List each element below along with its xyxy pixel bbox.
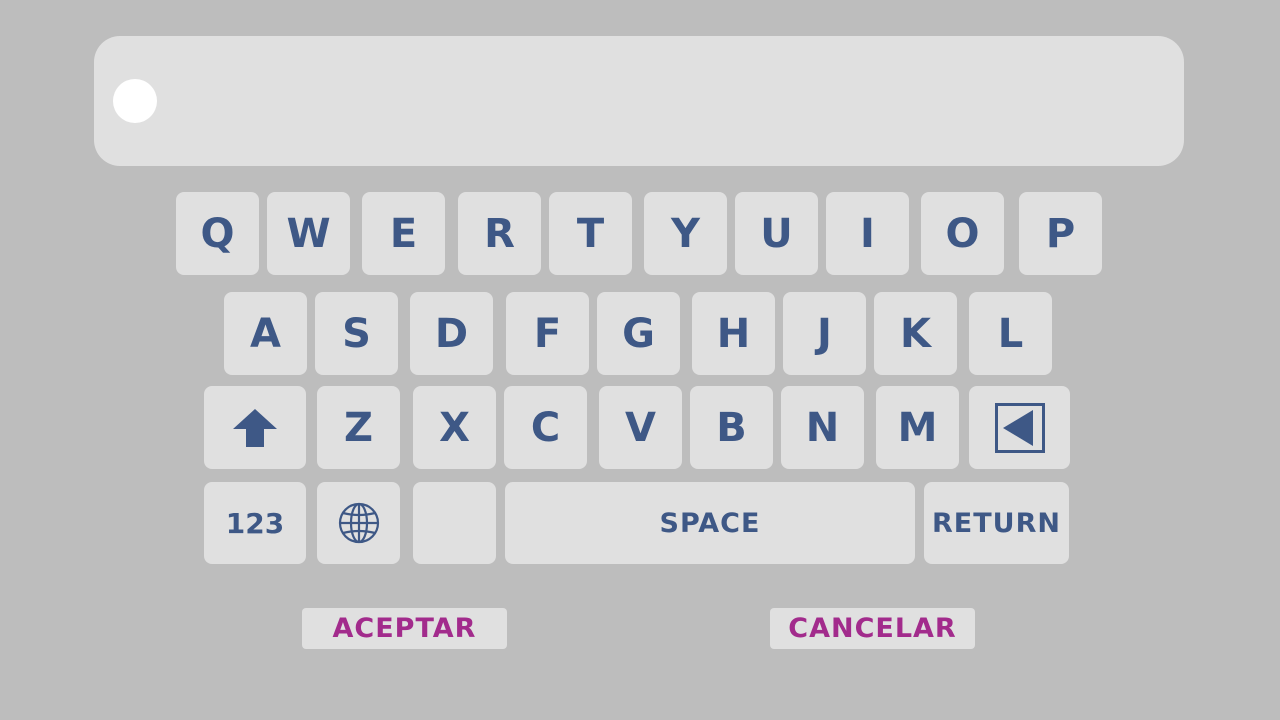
backspace-icon	[994, 402, 1045, 453]
key-c[interactable]: C	[504, 386, 587, 469]
text-input-field[interactable]	[94, 36, 1184, 166]
key-t[interactable]: T	[549, 192, 632, 275]
key-j[interactable]: J	[783, 292, 866, 375]
key-q[interactable]: Q	[176, 192, 259, 275]
key-f[interactable]: F	[506, 292, 589, 375]
globe-icon	[338, 502, 380, 544]
key-r[interactable]: R	[458, 192, 541, 275]
numbers-key[interactable]: 123	[204, 482, 306, 564]
cancel-button[interactable]: CANCELAR	[770, 608, 975, 649]
key-m[interactable]: M	[876, 386, 959, 469]
return-key[interactable]: RETURN	[924, 482, 1069, 564]
key-n[interactable]: N	[781, 386, 864, 469]
key-v[interactable]: V	[599, 386, 682, 469]
key-k[interactable]: K	[874, 292, 957, 375]
cursor-indicator	[113, 79, 157, 123]
key-l[interactable]: L	[969, 292, 1052, 375]
key-w[interactable]: W	[267, 192, 350, 275]
key-b[interactable]: B	[690, 386, 773, 469]
key-u[interactable]: U	[735, 192, 818, 275]
key-p[interactable]: P	[1019, 192, 1102, 275]
key-i[interactable]: I	[826, 192, 909, 275]
backspace-key[interactable]	[969, 386, 1070, 469]
shift-key[interactable]	[204, 386, 306, 469]
key-o[interactable]: O	[921, 192, 1004, 275]
key-s[interactable]: S	[315, 292, 398, 375]
key-g[interactable]: G	[597, 292, 680, 375]
language-key[interactable]	[317, 482, 400, 564]
key-x[interactable]: X	[413, 386, 496, 469]
space-key[interactable]: SPACE	[505, 482, 915, 564]
key-z[interactable]: Z	[317, 386, 400, 469]
arrow-up-icon	[232, 407, 278, 449]
accept-button[interactable]: ACEPTAR	[302, 608, 507, 649]
key-h[interactable]: H	[692, 292, 775, 375]
key-d[interactable]: D	[410, 292, 493, 375]
key-y[interactable]: Y	[644, 192, 727, 275]
key-e[interactable]: E	[362, 192, 445, 275]
key-a[interactable]: A	[224, 292, 307, 375]
blank-key[interactable]	[413, 482, 496, 564]
